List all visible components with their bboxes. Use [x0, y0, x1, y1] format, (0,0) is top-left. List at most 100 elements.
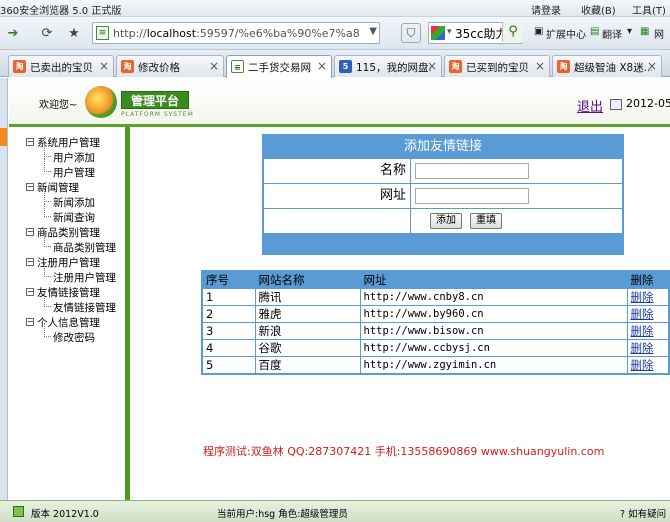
reset-button[interactable]: 重填 [470, 213, 502, 229]
help-text[interactable]: ? 如有疑问 [620, 506, 666, 520]
search-engine-icon[interactable] [431, 26, 445, 40]
row-id: 3 [201, 322, 256, 340]
browser-side-strip [0, 78, 8, 500]
delete-link[interactable]: 删除 [631, 307, 654, 321]
row-url: http://www.ccbysj.cn [359, 339, 628, 357]
chevron-down-icon[interactable]: ▾ [627, 26, 632, 37]
version-icon [13, 506, 24, 517]
links-table: 序号 网站名称 网址 删除 1 腾讯 http://www.cnby8.cn 删… [201, 270, 670, 375]
table-row: 1 腾讯 http://www.cnby8.cn 删除 [201, 288, 670, 306]
collapse-icon[interactable]: − [26, 258, 34, 266]
chevron-down-icon[interactable]: ▾ [447, 27, 452, 37]
more-button[interactable]: 网 [654, 26, 664, 41]
tester-note: 程序测试:双鱼林 QQ:287307421 手机:13558690869 www… [203, 445, 605, 458]
status-bar: 版本 2012V1.0 当前用户:hsg 角色:超级管理员 ? 如有疑问 [0, 500, 670, 522]
forward-icon[interactable]: ➔ [2, 22, 24, 44]
url-field[interactable] [415, 188, 529, 204]
add-button[interactable]: 添加 [430, 213, 462, 229]
row-id: 1 [201, 288, 256, 306]
tab-cloud-drive[interactable]: 5 115，我的网盘... × [334, 55, 442, 77]
browser-title: 360安全浏览器 5.0 正式版 [0, 6, 122, 17]
row-url: http://www.cnby8.cn [359, 288, 628, 306]
form-title: 添加友情链接 [264, 136, 622, 158]
tab-bar: 淘 已卖出的宝贝 × 淘 修改价格 × ≡ 二手货交易网 × 5 115，我的网… [0, 50, 670, 78]
page-icon: ≡ [96, 26, 109, 40]
close-icon[interactable]: × [317, 59, 327, 73]
row-action-cell: 删除 [626, 305, 670, 323]
address-bar[interactable]: ≡ http://localhost:59597/%e6%ba%90%e7%a8… [92, 22, 380, 44]
close-icon[interactable]: × [427, 59, 437, 73]
name-field[interactable] [415, 163, 529, 179]
close-icon[interactable]: × [535, 59, 545, 73]
translate-icon[interactable]: ▤ [590, 26, 599, 37]
row-url: http://www.by960.cn [359, 305, 628, 323]
network-icon[interactable]: ▦ [640, 26, 649, 37]
row-action-cell: 删除 [626, 356, 670, 375]
column-header: 删除 [626, 270, 670, 289]
translate-button[interactable]: 翻译 [602, 26, 622, 41]
delete-link[interactable]: 删除 [631, 290, 654, 304]
extensions-button[interactable]: 扩展中心 [546, 26, 586, 41]
collapse-icon[interactable]: − [26, 318, 34, 326]
delete-link[interactable]: 删除 [631, 324, 654, 338]
star-icon[interactable]: ★ [63, 22, 85, 44]
main-content: 添加友情链接 名称 网址 添加 重填 序号 网站名称 网址 删除 1 腾讯 ht… [135, 127, 670, 500]
page-icon: ≡ [231, 60, 244, 73]
taobao-icon: 淘 [449, 60, 462, 73]
chevron-down-icon[interactable]: ▼ [369, 26, 377, 37]
login-link[interactable]: 请登录 [531, 2, 561, 17]
close-icon[interactable]: × [647, 59, 657, 73]
sidebar-toggle-icon[interactable] [0, 128, 7, 146]
taobao-icon: 淘 [121, 60, 134, 73]
row-url: http://www.bisow.cn [359, 322, 628, 340]
tab-label: 修改价格 [138, 62, 180, 74]
tab-product[interactable]: 淘 超级智油 X8迷... × [552, 55, 662, 77]
search-input[interactable]: 35cc助力 [455, 25, 507, 42]
shield-icon[interactable]: ⛉ [401, 23, 421, 43]
row-site-name: 腾讯 [254, 288, 361, 306]
address-url[interactable]: http://localhost:59597/%e6%ba%90%e7%a8%8… [113, 27, 359, 40]
url-label: 网址 [264, 184, 411, 208]
favorites-menu[interactable]: 收藏(B) [581, 2, 616, 17]
form-row-name: 名称 [264, 158, 622, 183]
name-label: 名称 [264, 159, 411, 183]
form-footer [264, 233, 622, 253]
tools-menu[interactable]: 工具(T) [632, 2, 666, 17]
tab-sold-items[interactable]: 淘 已卖出的宝贝 × [8, 55, 114, 77]
search-icon[interactable]: ⚲ [502, 22, 523, 42]
delete-link[interactable]: 删除 [631, 358, 654, 372]
refresh-icon[interactable]: ⟳ [36, 22, 58, 44]
tab-bought-items[interactable]: 淘 已买到的宝贝 × [444, 55, 550, 77]
sidebar-menu: − 系统用户管理 用户添加 用户管理 − 新闻管理 新闻添加 新闻查询 − 商品类别管… [9, 127, 130, 500]
column-header: 网站名称 [254, 270, 361, 289]
row-id: 2 [201, 305, 256, 323]
logout-link[interactable]: 退出 [577, 96, 603, 115]
row-action-cell: 删除 [626, 288, 670, 306]
close-icon[interactable]: × [99, 59, 109, 73]
logo-icon [85, 86, 117, 118]
taobao-icon: 淘 [13, 60, 26, 73]
collapse-icon[interactable]: − [26, 228, 34, 236]
form-row-url: 网址 [264, 183, 622, 208]
row-site-name: 新浪 [254, 322, 361, 340]
logo-title: 管理平台 [121, 91, 189, 109]
tab-label: 已买到的宝贝 [466, 62, 529, 74]
tab-label: 二手货交易网 [248, 62, 311, 74]
row-site-name: 百度 [254, 356, 361, 375]
collapse-icon[interactable]: − [26, 138, 34, 146]
row-id: 5 [201, 356, 256, 375]
column-header: 序号 [201, 270, 256, 289]
current-user-text: 当前用户:hsg 角色:超级管理员 [217, 509, 348, 520]
extensions-icon[interactable]: ▣ [534, 26, 543, 37]
browser-toolbar: ➔ ⟳ ★ ≡ http://localhost:59597/%e6%ba%90… [0, 17, 670, 50]
tab-secondhand-market[interactable]: ≡ 二手货交易网 × [226, 55, 332, 78]
tab-edit-price[interactable]: 淘 修改价格 × [116, 55, 224, 77]
tab-label: 115，我的网盘... [356, 62, 432, 74]
collapse-icon[interactable]: − [26, 183, 34, 191]
table-row: 5 百度 http://www.zgyimin.cn 删除 [201, 356, 670, 375]
tab-label: 已卖出的宝贝 [30, 62, 93, 74]
close-icon[interactable]: × [209, 59, 219, 73]
collapse-icon[interactable]: − [26, 288, 34, 296]
delete-link[interactable]: 删除 [631, 341, 654, 355]
calendar-icon [610, 99, 622, 110]
